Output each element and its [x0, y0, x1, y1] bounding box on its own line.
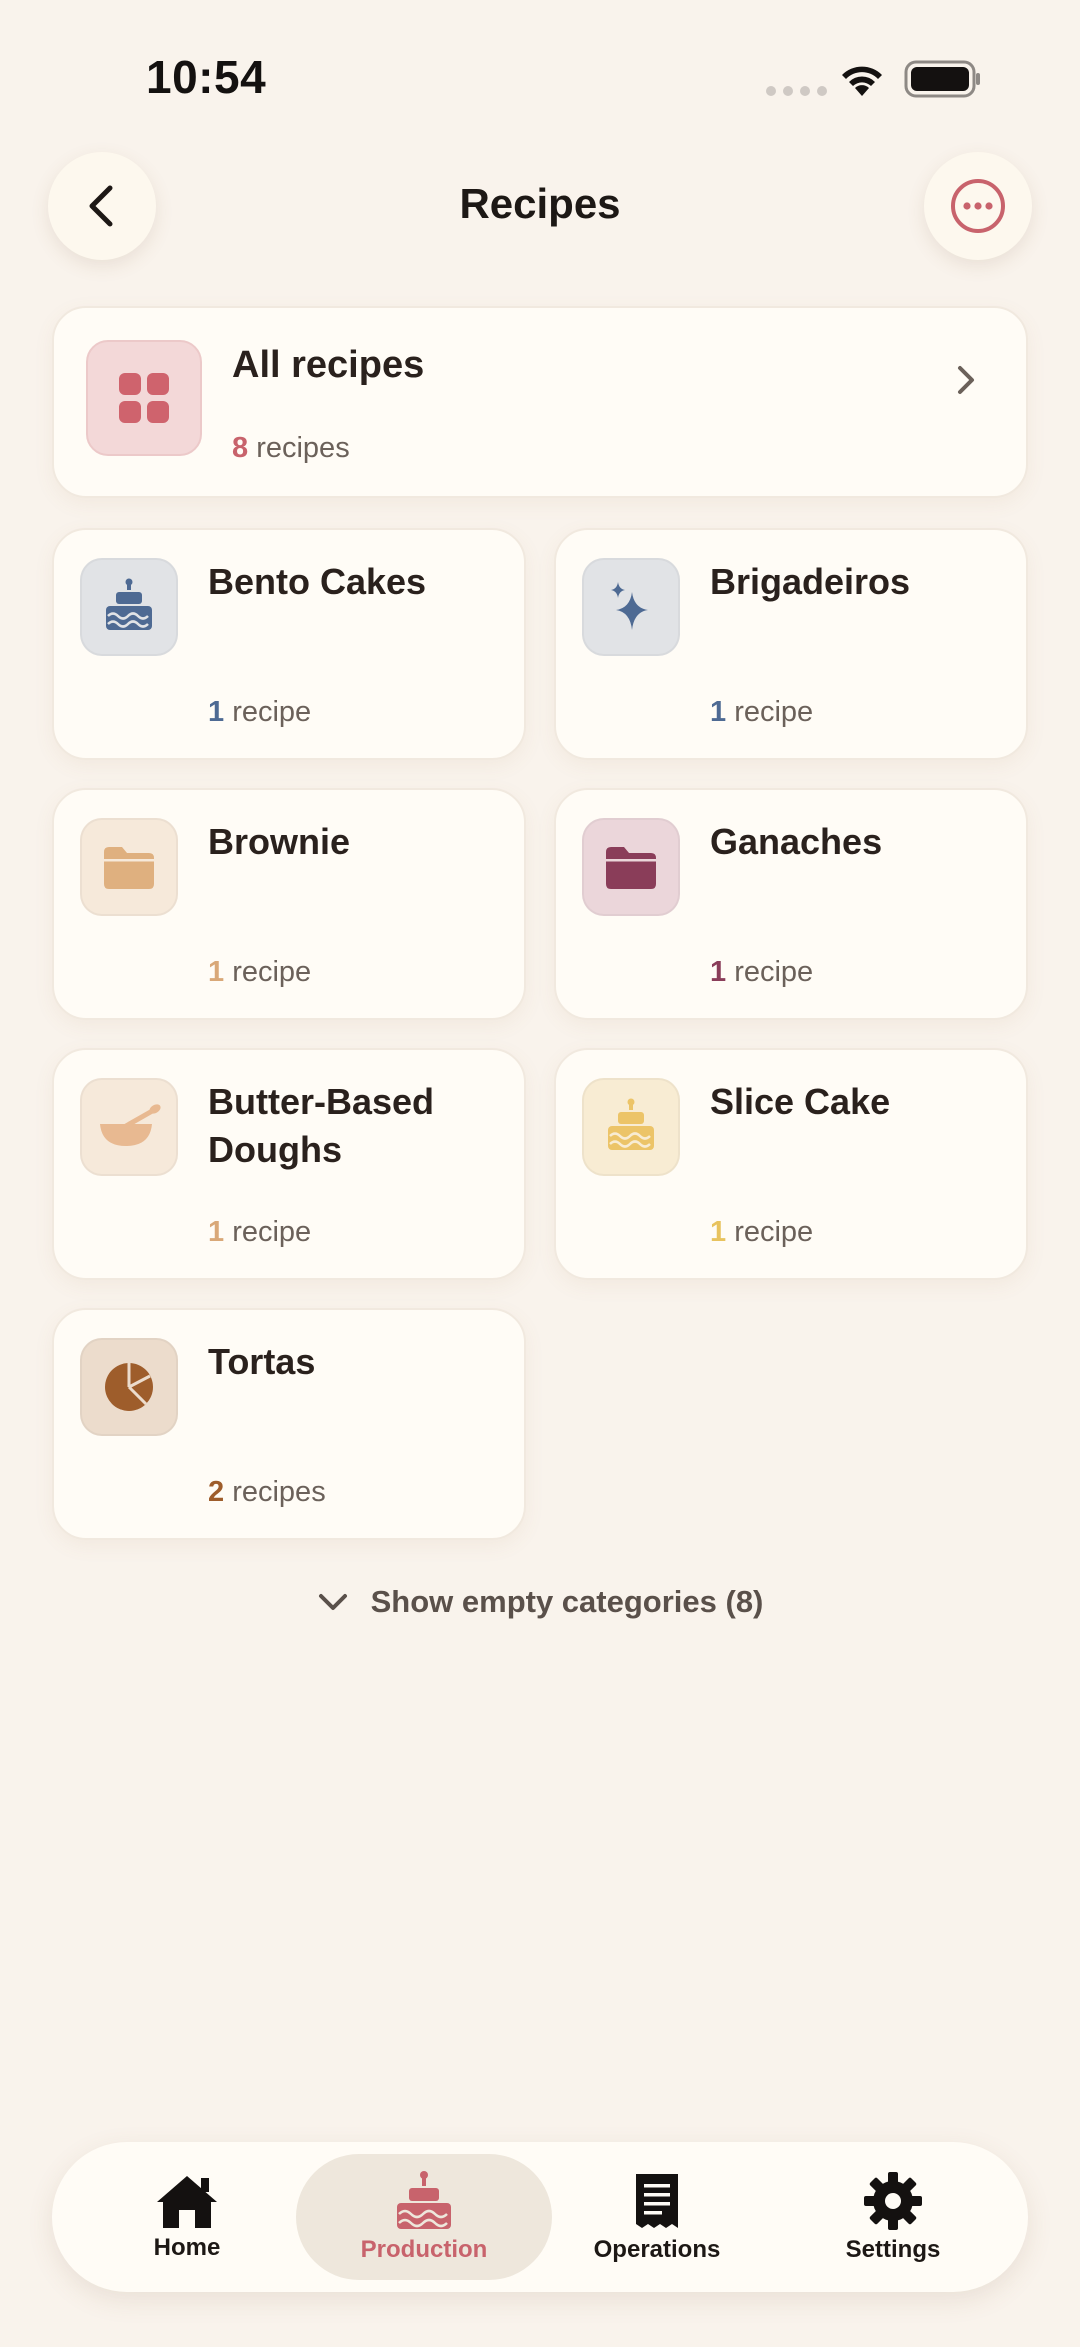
folder-icon — [582, 818, 680, 916]
category-name: Slice Cake — [710, 1081, 891, 1122]
folder-icon — [80, 818, 178, 916]
status-time: 10:54 — [146, 51, 267, 103]
category-card-bento-cakes[interactable]: Bento Cakes 1 recipe — [52, 528, 526, 760]
category-count: 2 recipes — [208, 1476, 326, 1508]
gear-icon — [864, 2172, 922, 2230]
cake-icon — [397, 2171, 451, 2229]
tab-production[interactable]: Production — [296, 2154, 552, 2280]
tab-settings[interactable]: Settings — [778, 2154, 1008, 2280]
page-title: Recipes — [459, 180, 621, 227]
category-count: 1 recipe — [710, 1216, 814, 1248]
category-count: 1 recipe — [208, 1216, 312, 1248]
category-name: Bento Cakes — [208, 561, 427, 602]
chevron-right-icon — [958, 366, 974, 394]
grid-icon — [86, 340, 202, 456]
cake-icon — [582, 1078, 680, 1176]
house-icon — [157, 2176, 217, 2228]
show-empty-categories-button[interactable]: Show empty categories (8) — [0, 1584, 1080, 1620]
category-name: Ganaches — [710, 821, 883, 862]
category-count: 1 recipe — [710, 696, 814, 728]
show-empty-label: Show empty categories (8) — [370, 1584, 764, 1619]
cake-icon — [80, 558, 178, 656]
ellipsis-circle-icon — [951, 179, 1005, 233]
more-options-button[interactable] — [924, 152, 1032, 260]
category-card-slice-cake[interactable]: Slice Cake 1 recipe — [554, 1048, 1028, 1280]
sparkles-icon — [582, 558, 680, 656]
status-bar: 10:54 — [0, 0, 1080, 140]
category-name: Brownie — [208, 821, 351, 862]
tab-bar: Home Production Operations Settings — [52, 2142, 1028, 2292]
category-card-brownie[interactable]: Brownie 1 recipe — [52, 788, 526, 1020]
category-card-butter-based-doughs[interactable]: Butter-Based Doughs 1 recipe — [52, 1048, 526, 1280]
wifi-icon — [842, 66, 882, 96]
tab-operations[interactable]: Operations — [542, 2154, 772, 2280]
category-card-tortas[interactable]: Tortas 2 recipes — [52, 1308, 526, 1540]
pie-chart-icon — [80, 1338, 178, 1436]
category-count: 1 recipe — [208, 696, 312, 728]
category-count: 1 recipe — [208, 956, 312, 988]
tab-home[interactable]: Home — [72, 2154, 302, 2280]
all-recipes-card[interactable]: All recipes 8 recipes — [52, 306, 1028, 498]
all-recipes-count: 8 recipes — [232, 432, 350, 464]
category-name: Brigadeiros — [710, 561, 911, 602]
category-card-brigadeiros[interactable]: Brigadeiros 1 recipe — [554, 528, 1028, 760]
battery-icon — [904, 60, 980, 98]
category-name: Butter-Based Doughs — [208, 1081, 435, 1170]
cellular-signal-icon — [766, 86, 827, 96]
mixing-bowl-icon — [80, 1078, 178, 1176]
all-recipes-title: All recipes — [232, 344, 425, 386]
receipt-icon — [636, 2174, 678, 2228]
chevron-down-icon — [318, 1594, 347, 1610]
category-card-ganaches[interactable]: Ganaches 1 recipe — [554, 788, 1028, 1020]
category-name: Tortas — [208, 1341, 316, 1382]
category-count: 1 recipe — [710, 956, 814, 988]
